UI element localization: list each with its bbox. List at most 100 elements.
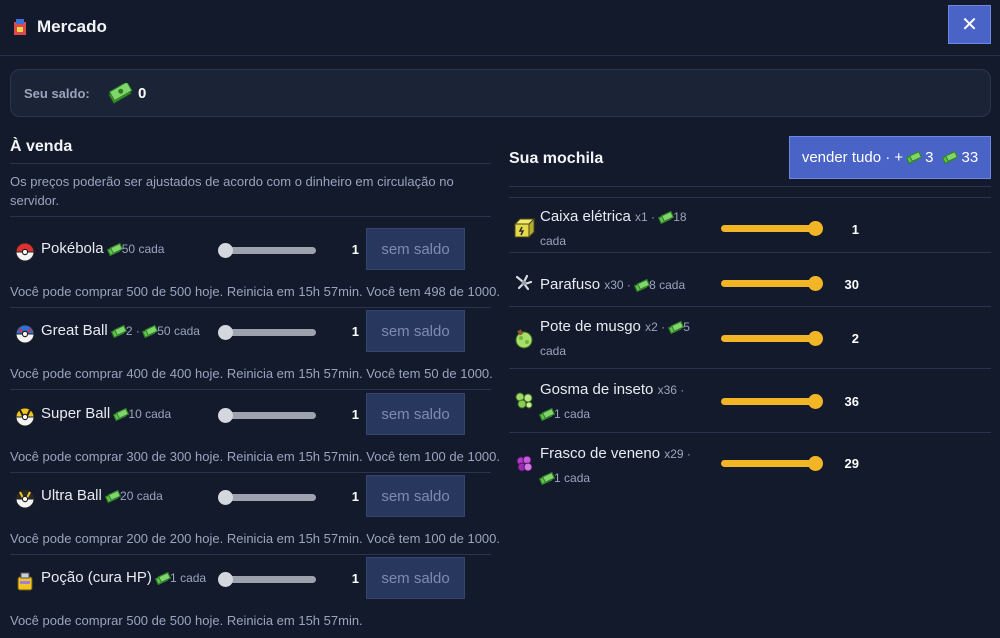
sell-all-value-a: 3 xyxy=(925,149,934,166)
item-unit: cada xyxy=(540,344,567,358)
slider-thumb[interactable] xyxy=(218,325,233,340)
purchase-info: Você pode comprar 400 de 400 hoje. Reini… xyxy=(10,366,493,381)
slider-thumb[interactable] xyxy=(808,331,823,346)
bag-item-bug-goo: Gosma de inseto x36 · 1 cada 36 xyxy=(509,369,991,432)
item-unit: cada xyxy=(540,234,567,248)
shop-note: Os preços poderão ser ajustados de acord… xyxy=(10,174,454,208)
bag-title: Sua mochila xyxy=(509,150,604,167)
sell-all-label: vender tudo · + xyxy=(801,149,904,166)
money-icon xyxy=(155,571,172,585)
great-ball-icon xyxy=(15,324,35,344)
item-name: Caixa elétrica xyxy=(540,208,631,225)
buy-button[interactable]: sem saldo xyxy=(366,393,465,435)
money-icon xyxy=(942,150,959,164)
shop-item-great-ball: Great Ball 2 · 50 cada 1 sem saldo Você … xyxy=(10,310,493,392)
header: Mercado xyxy=(0,0,1000,56)
money-icon xyxy=(105,489,121,503)
pokeball-icon xyxy=(15,242,35,262)
divider xyxy=(10,163,491,164)
money-icon xyxy=(106,242,123,256)
money-icon xyxy=(668,320,685,334)
bag-item-moss-pot: Pote de musgo x2 · 5 cada 2 xyxy=(509,307,991,368)
bug-goo-icon xyxy=(515,392,533,409)
slider-thumb[interactable] xyxy=(808,394,823,409)
page-title: Mercado xyxy=(37,17,107,36)
slider-thumb[interactable] xyxy=(808,276,823,291)
item-name: Super Ball xyxy=(41,405,111,422)
item-unit: cada xyxy=(138,242,165,256)
close-button[interactable]: ✕ xyxy=(948,5,991,44)
quantity-value: 36 xyxy=(844,394,859,409)
quantity-value: 1 xyxy=(351,571,359,586)
item-name: Pokébola xyxy=(41,240,104,257)
money-icon xyxy=(110,324,127,338)
divider xyxy=(509,186,991,187)
item-price: 20 xyxy=(120,489,134,503)
poison-flask-icon xyxy=(516,455,533,472)
slider-thumb[interactable] xyxy=(808,221,823,236)
electric-box-icon xyxy=(513,217,535,239)
sell-quantity-slider[interactable] xyxy=(721,221,823,236)
divider xyxy=(10,307,491,308)
buy-button[interactable]: sem saldo xyxy=(366,475,465,517)
bag-item-poison-flask: Frasco de veneno x29 · 1 cada 29 xyxy=(509,433,991,495)
item-name: Parafuso xyxy=(540,276,601,293)
money-icon xyxy=(113,407,130,421)
quantity-value: 2 xyxy=(851,331,859,346)
buy-button[interactable]: sem saldo xyxy=(366,228,465,270)
potion-icon xyxy=(17,572,33,591)
sell-quantity-slider[interactable] xyxy=(721,331,823,346)
sell-all-value-b: 33 xyxy=(961,149,979,166)
quantity-slider[interactable] xyxy=(218,572,316,587)
item-count: x36 · xyxy=(657,383,685,397)
divider xyxy=(10,554,491,555)
slider-thumb[interactable] xyxy=(808,456,823,471)
money-icon xyxy=(539,471,555,485)
purchase-info: Você pode comprar 500 de 500 hoje. Reini… xyxy=(10,613,363,628)
purchase-info: Você pode comprar 300 de 300 hoje. Reini… xyxy=(10,449,500,464)
bag-item-screw: Parafuso x30 · 8 cada 30 xyxy=(509,253,991,306)
quantity-slider[interactable] xyxy=(218,490,316,505)
shop-item-potion: Poção (cura HP) 1 cada 1 sem saldo Você … xyxy=(10,557,491,638)
item-count: x1 · xyxy=(635,210,656,224)
quantity-value: 1 xyxy=(351,242,359,257)
ultra-ball-icon xyxy=(15,489,35,509)
item-name: Frasco de veneno xyxy=(540,445,661,462)
item-name: Pote de musgo xyxy=(540,318,641,335)
shop-icon xyxy=(14,19,26,35)
sell-quantity-slider[interactable] xyxy=(721,394,823,409)
item-name: Ultra Ball xyxy=(41,487,102,504)
quantity-slider[interactable] xyxy=(218,243,316,258)
item-name: Great Ball xyxy=(41,322,108,339)
item-unit: cada xyxy=(136,489,163,503)
slider-thumb[interactable] xyxy=(218,408,233,423)
item-unit: cada xyxy=(564,471,591,485)
money-icon xyxy=(539,407,555,421)
divider xyxy=(10,216,491,217)
buy-button[interactable]: sem saldo xyxy=(366,310,465,352)
item-price: 10 xyxy=(128,407,142,421)
slider-thumb[interactable] xyxy=(218,490,233,505)
super-ball-icon xyxy=(15,407,35,427)
slider-thumb[interactable] xyxy=(218,572,233,587)
balance-label: Seu saldo: xyxy=(24,86,90,101)
quantity-value: 30 xyxy=(844,277,859,292)
sell-quantity-slider[interactable] xyxy=(721,456,823,471)
shop-item-super-ball: Super Ball 10 cada 1 sem saldo Você pode… xyxy=(10,393,500,475)
screw-icon xyxy=(515,274,533,291)
money-icon xyxy=(108,83,133,105)
slider-thumb[interactable] xyxy=(218,243,233,258)
quantity-value: 1 xyxy=(351,407,359,422)
quantity-slider[interactable] xyxy=(218,325,316,340)
item-unit: cada xyxy=(659,278,686,292)
item-price: 50 xyxy=(121,242,136,256)
money-icon xyxy=(634,278,651,292)
buy-button[interactable]: sem saldo xyxy=(366,557,465,599)
moss-pot-icon xyxy=(515,329,533,349)
sell-quantity-slider[interactable] xyxy=(721,276,823,291)
quantity-slider[interactable] xyxy=(218,408,316,423)
money-icon xyxy=(906,150,923,164)
bag-item-electric-box: Caixa elétrica x1 · 18 cada 1 xyxy=(509,197,991,252)
quantity-value: 1 xyxy=(351,489,359,504)
sell-all-button[interactable]: vender tudo · + 3 33 xyxy=(789,136,991,179)
